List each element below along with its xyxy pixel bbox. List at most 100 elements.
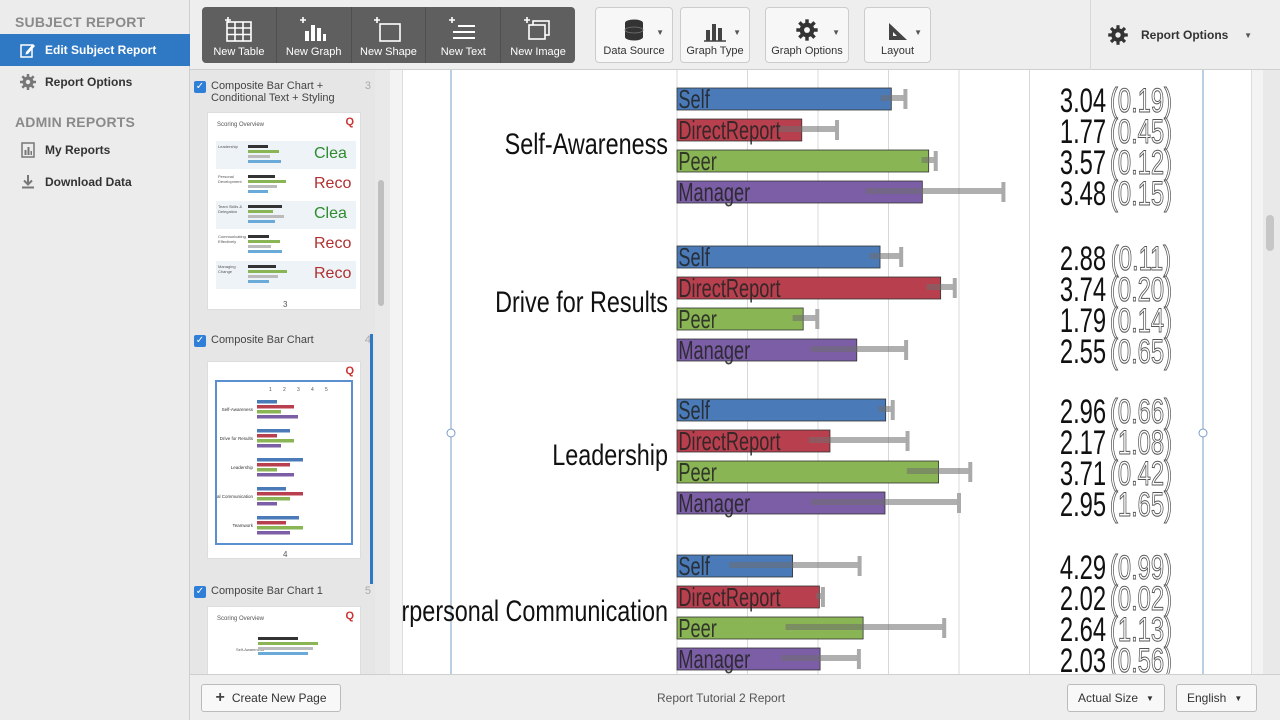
thumb-row: Managing Change Reco: [216, 261, 356, 289]
thumb-bar: [257, 516, 299, 520]
thumb-bar: [257, 405, 294, 409]
thumb-bar: [257, 429, 290, 433]
composite-bar-chart[interactable]: Self-AwarenessSelf 3.04 (0.19)DirectReport…: [390, 70, 1253, 674]
sd-value: (0.65): [1110, 333, 1172, 371]
category-label: Leadership: [552, 438, 668, 471]
thumb-bar: [257, 444, 281, 448]
error-bar: [777, 126, 838, 132]
report-canvas[interactable]: Self-Awareness Self 3.04 (0.19) DirectReport…: [390, 70, 1263, 674]
thumb-bar: [257, 526, 303, 530]
toolbar: New Table New Graph New Shape New Text N…: [190, 0, 1280, 70]
checkbox-checked-icon[interactable]: ✓: [194, 335, 206, 347]
mean-value: 3.48: [1060, 175, 1106, 213]
image-icon: [524, 17, 550, 40]
edit-icon: [19, 41, 37, 59]
language-select[interactable]: English ▼: [1176, 684, 1257, 712]
category-label: Self-Awareness: [505, 127, 668, 160]
page-thumbnail-3[interactable]: Scoring Overview Q Leadership Clea Persona…: [207, 112, 361, 310]
gear-icon: [796, 19, 818, 41]
thumb-category-label: Leadership: [231, 465, 254, 470]
thumb-category-label: Drive for Results: [220, 436, 254, 441]
sd-value: (0.56): [1110, 642, 1172, 674]
thumb-row-status: Reco: [314, 175, 352, 192]
new-shape-button[interactable]: New Shape: [352, 7, 427, 63]
series-label: DirectReport: [678, 274, 781, 303]
thumb-row-label: Team Skills & Delegation: [218, 204, 243, 214]
checkbox-checked-icon[interactable]: ✓: [194, 81, 206, 93]
zoom-select[interactable]: Actual Size ▼: [1067, 684, 1165, 712]
category-label: Interpersonal Communication: [403, 594, 668, 627]
caret-down-icon: ▼: [914, 28, 922, 37]
create-new-page-button[interactable]: + Create New Page: [201, 684, 341, 712]
series-label: Peer: [678, 458, 717, 487]
layout-triangle-icon: [888, 23, 907, 40]
nav-item-my-reports[interactable]: My Reports: [0, 134, 189, 166]
thumb-bar: [257, 531, 290, 535]
thumb-row: Communicating Effectively Reco: [216, 231, 356, 259]
download-icon: [19, 173, 37, 191]
thumb-header-page-3[interactable]: ✓ Composite Bar Chart + Conditional Text…: [190, 70, 375, 104]
mean-value: 2.03: [1060, 642, 1106, 674]
series-label: Peer: [678, 614, 717, 643]
error-bar: [785, 624, 945, 630]
error-bar: [906, 468, 971, 474]
series-label: Self: [678, 552, 710, 581]
layout-button[interactable]: Layout ▼: [864, 7, 931, 63]
nav-item-label: Edit Subject Report: [45, 43, 157, 57]
thumb-bar: [257, 468, 277, 472]
thumb-axis-tick: 3: [297, 387, 300, 393]
nav-item-label: Download Data: [45, 175, 132, 189]
nav-section-subject-report: SUBJECT REPORT: [15, 14, 146, 30]
error-bar: [880, 95, 906, 101]
nav-item-report-options[interactable]: Report Options: [0, 66, 189, 98]
new-image-button[interactable]: New Image: [501, 7, 575, 63]
caret-down-icon: ▼: [733, 28, 741, 37]
new-text-button[interactable]: New Text: [426, 7, 502, 63]
data-source-button[interactable]: Data Source ▼: [595, 7, 673, 63]
series-label: Manager: [678, 489, 750, 518]
page-thumbnails-panel[interactable]: ✓ Composite Bar Chart + Conditional Text…: [190, 70, 375, 674]
series-label: DirectReport: [678, 427, 781, 456]
gear-icon: [19, 73, 37, 91]
thumb-bar: [257, 415, 298, 419]
gear-icon: [1108, 25, 1128, 45]
page-thumbnail-4[interactable]: Q 1 2 3 4 5 Self-Awareness Drive for Results Le…: [207, 361, 361, 559]
thumb-category-label: Interpersonal Communication: [217, 494, 253, 499]
thumb-bar: [257, 400, 277, 404]
thumb-row-label: Leadership: [218, 144, 238, 149]
error-bar: [810, 499, 959, 505]
checkbox-checked-icon[interactable]: ✓: [194, 586, 206, 598]
shape-icon: [374, 17, 402, 42]
report-icon: [19, 141, 37, 159]
thumb-category-label: Teamwork: [232, 523, 253, 528]
thumb-bar: [257, 473, 294, 477]
error-bar: [878, 406, 893, 412]
caret-down-icon: ▼: [656, 28, 664, 37]
nav-item-download-data[interactable]: Download Data: [0, 166, 189, 198]
thumb-bar: [257, 487, 286, 491]
thumb-category-label: Self-Awareness: [222, 407, 254, 412]
thumb-header-page-5[interactable]: ✓ Composite Bar Chart 1 5: [190, 559, 375, 598]
page-thumbnail-5[interactable]: Scoring Overview Q Self-Awareness: [207, 606, 361, 674]
sd-value: (0.15): [1110, 175, 1172, 213]
series-label: DirectReport: [678, 116, 781, 145]
new-graph-button[interactable]: New Graph: [277, 7, 352, 63]
graph-type-button[interactable]: Graph Type ▼: [680, 7, 750, 63]
thumb-bar: [257, 439, 294, 443]
caret-down-icon: ▼: [1244, 30, 1252, 40]
thumb-header-page-4[interactable]: ✓ Composite Bar Chart 4: [190, 310, 375, 347]
thumb-bar: [257, 463, 290, 467]
nav-section-admin-reports: ADMIN REPORTS: [15, 114, 136, 130]
thumb-row-label: Managing Change: [218, 264, 236, 274]
thumb-row-label: Personal Development: [218, 174, 242, 184]
mean-value: 2.55: [1060, 333, 1106, 371]
nav-item-edit-subject-report[interactable]: Edit Subject Report: [0, 34, 200, 66]
canvas-scrollbar[interactable]: [1266, 215, 1274, 251]
thumbnail-scrollbar[interactable]: [378, 180, 384, 306]
category-label: Drive for Results: [495, 285, 668, 318]
series-label: Self: [678, 243, 710, 272]
graph-options-button[interactable]: Graph Options ▼: [765, 7, 849, 63]
new-table-button[interactable]: New Table: [202, 7, 277, 63]
error-bar: [781, 655, 859, 661]
report-options-dropdown[interactable]: Report Options ▼: [1090, 0, 1280, 70]
